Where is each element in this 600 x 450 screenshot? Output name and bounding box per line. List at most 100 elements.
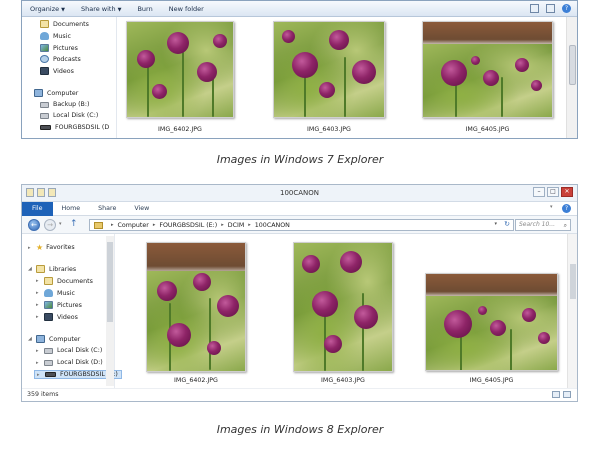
nav-item-local-disk-d[interactable]: ▸ Local Disk (D:) <box>36 359 103 366</box>
win8-navigation-pane: ▸ ★ Favorites ◢ Libraries ▸ Documents ▸ Music… <box>22 234 122 388</box>
nav-item-libraries[interactable]: ◢ Libraries <box>28 265 76 273</box>
organize-button[interactable]: Organize ▼ <box>30 5 65 13</box>
address-bar[interactable]: ▸ Computer ▸ FOURGBSDSIL (E:) ▸ DCIM ▸ 1… <box>89 219 514 231</box>
drive-icon <box>44 347 53 354</box>
nav-item-local-disk[interactable]: Local Disk (C:) <box>40 112 98 119</box>
nav-item-usb-drive[interactable]: FOURGBSDSIL (D <box>40 124 109 131</box>
win7-explorer-window: Organize ▼ Share with ▼ Burn New folder ? … <box>21 0 578 139</box>
vertical-scrollbar[interactable] <box>566 17 577 138</box>
computer-icon <box>34 89 43 97</box>
caption-windows-7: Images in Windows 7 Explorer <box>216 153 384 166</box>
drive-icon <box>44 359 53 366</box>
burn-button[interactable]: Burn <box>137 5 152 13</box>
usb-drive-icon <box>45 372 56 377</box>
nav-item-videos[interactable]: ▸ Videos <box>36 313 78 321</box>
ribbon-tabs: File Home Share View ▾ ? <box>22 201 577 216</box>
back-button[interactable]: ← <box>28 219 40 231</box>
pictures-icon <box>44 301 53 309</box>
vertical-scrollbar[interactable] <box>567 234 577 388</box>
title-bar: 100CANON – □ ✕ <box>22 185 577 202</box>
music-icon <box>40 32 49 40</box>
tab-file[interactable]: File <box>22 201 53 216</box>
breadcrumb-computer[interactable]: Computer <box>118 222 149 229</box>
win8-explorer-window: 100CANON – □ ✕ File Home Share View ▾ ? … <box>21 184 578 402</box>
minimize-button[interactable]: – <box>533 187 545 197</box>
search-input[interactable]: Search 10... ⌕ <box>515 219 571 231</box>
podcasts-icon <box>40 55 49 63</box>
drive-icon <box>40 101 49 108</box>
address-dropdown-icon[interactable]: ▾ <box>494 221 497 227</box>
refresh-icon[interactable]: ↻ <box>504 220 510 228</box>
breadcrumb-dcim[interactable]: DCIM <box>228 222 245 229</box>
nav-item-favorites[interactable]: ▸ ★ Favorites <box>28 243 75 252</box>
item-count: 359 items <box>27 391 59 398</box>
scrollbar-thumb[interactable] <box>570 264 576 299</box>
thumbnail-img-6403[interactable] <box>273 21 385 118</box>
tab-home[interactable]: Home <box>53 202 90 216</box>
videos-icon <box>40 67 49 75</box>
forward-button[interactable]: → <box>44 219 56 231</box>
tab-share[interactable]: Share <box>89 202 125 216</box>
nav-item-videos[interactable]: Videos <box>40 67 74 75</box>
expand-ribbon-icon[interactable]: ▾ <box>550 204 555 213</box>
tab-view[interactable]: View <box>125 202 158 216</box>
win7-navigation-pane: Documents Music Pictures Podcasts Videos… <box>22 17 117 138</box>
file-name-label: IMG_6403.JPG <box>307 126 351 133</box>
close-button[interactable]: ✕ <box>561 187 573 197</box>
breadcrumb-100canon[interactable]: 100CANON <box>255 222 290 229</box>
star-icon: ★ <box>36 243 44 252</box>
libraries-icon <box>36 265 45 273</box>
recent-locations-icon[interactable]: ▾ <box>59 221 64 227</box>
pictures-icon <box>40 44 49 52</box>
maximize-button[interactable]: □ <box>547 187 559 197</box>
scrollbar-thumb[interactable] <box>107 242 113 322</box>
scrollbar-thumb[interactable] <box>569 45 576 85</box>
nav-item-backup[interactable]: Backup (B:) <box>40 101 89 108</box>
nav-item-computer[interactable]: Computer <box>34 89 78 97</box>
thumbnail-img-6402[interactable] <box>146 242 246 372</box>
thumbnail-img-6405[interactable] <box>425 273 558 371</box>
help-icon[interactable]: ? <box>562 4 571 13</box>
breadcrumb-drive[interactable]: FOURGBSDSIL (E:) <box>159 222 217 229</box>
share-with-button[interactable]: Share with ▼ <box>81 5 121 13</box>
nav-scrollbar[interactable] <box>106 236 114 386</box>
file-name-label: IMG_6402.JPG <box>158 126 202 133</box>
nav-item-music[interactable]: Music <box>40 32 71 40</box>
up-arrow-icon[interactable]: ↑ <box>70 219 78 229</box>
music-icon <box>44 289 53 297</box>
file-name-label: IMG_6405.JPG <box>465 126 510 133</box>
caption-windows-8: Images in Windows 8 Explorer <box>216 423 384 436</box>
nav-item-podcasts[interactable]: Podcasts <box>40 55 81 63</box>
videos-icon <box>44 313 53 321</box>
folder-icon <box>94 221 103 229</box>
file-name-label: IMG_6403.JPG <box>321 377 365 384</box>
nav-item-pictures[interactable]: ▸ Pictures <box>36 301 82 309</box>
win7-command-bar: Organize ▼ Share with ▼ Burn New folder ? <box>22 1 577 17</box>
change-view-icon[interactable] <box>530 4 539 13</box>
thumbnail-img-6403[interactable] <box>293 242 393 372</box>
nav-item-pictures[interactable]: Pictures <box>40 44 78 52</box>
new-folder-button[interactable]: New folder <box>169 5 204 13</box>
address-bar-row: ← → ▾ ↑ ▸ Computer ▸ FOURGBSDSIL (E:) ▸ … <box>22 216 577 234</box>
large-icons-view-icon[interactable] <box>563 391 571 398</box>
search-icon: ⌕ <box>563 222 567 229</box>
thumbnail-img-6402[interactable] <box>126 21 234 118</box>
thumbnail-img-6405[interactable] <box>422 21 553 118</box>
drive-icon <box>40 112 49 119</box>
nav-item-local-disk-c[interactable]: ▸ Local Disk (C:) <box>36 347 102 354</box>
nav-item-documents[interactable]: Documents <box>40 20 89 28</box>
nav-item-computer[interactable]: ◢ Computer <box>28 335 80 343</box>
computer-icon <box>36 335 45 343</box>
file-name-label: IMG_6402.JPG <box>174 377 218 384</box>
preview-pane-icon[interactable] <box>546 4 555 13</box>
documents-icon <box>40 20 49 28</box>
window-title: 100CANON <box>279 189 320 197</box>
documents-icon <box>44 277 53 285</box>
file-name-label: IMG_6405.JPG <box>469 377 514 384</box>
status-bar: 359 items <box>22 388 577 401</box>
nav-item-music[interactable]: ▸ Music <box>36 289 75 297</box>
details-view-icon[interactable] <box>552 391 560 398</box>
help-icon[interactable]: ? <box>562 204 571 213</box>
usb-drive-icon <box>40 125 51 130</box>
nav-item-documents[interactable]: ▸ Documents <box>36 277 93 285</box>
